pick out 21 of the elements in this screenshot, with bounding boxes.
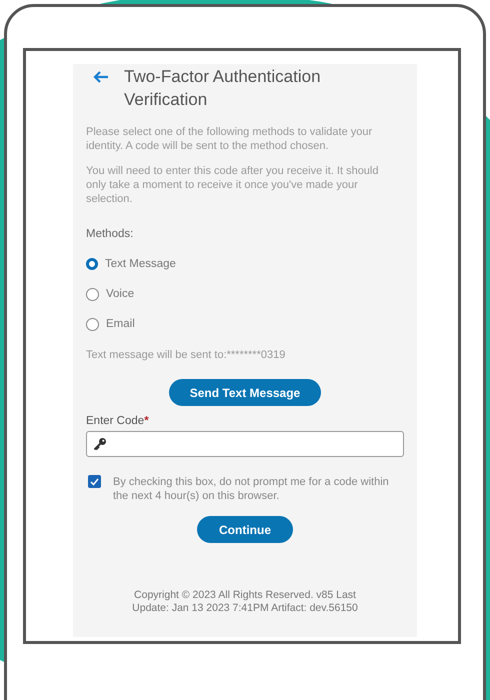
footer-text: Copyright © 2023 All Rights Reserved. v85 Last Update: Jan 13 2023 7:41PM Artifact: dev.56150: [131, 589, 359, 615]
remember-checkbox[interactable]: [88, 475, 101, 488]
send-notice: Text message will be sent to:********0319: [86, 349, 286, 361]
method-label[interactable]: Email: [106, 318, 135, 330]
code-input-field[interactable]: [86, 431, 404, 457]
radio-button[interactable]: [86, 258, 98, 270]
page-title: Two-Factor Authentication Verification: [124, 66, 322, 111]
radio-button[interactable]: [86, 318, 99, 330]
required-mark: *: [144, 415, 149, 427]
method-label[interactable]: Text Message: [105, 258, 176, 270]
method-label[interactable]: Voice: [106, 288, 134, 300]
key-icon: [93, 437, 107, 451]
field-label: Enter Code: [86, 415, 144, 427]
instruction-text: Please select one of the following methods to validate your identity. A code will be sent to the method chosen.: [86, 125, 374, 153]
continue-button[interactable]: Continue: [197, 516, 293, 543]
back-arrow-icon[interactable]: [93, 71, 109, 83]
instruction-text: You will need to enter this code after you receive it. It should only take a moment to receive it once you've made your selection.: [86, 164, 380, 206]
remember-label: By checking this box, do not prompt me for a code within the next 4 hour(s) on this browser.: [113, 475, 390, 503]
send-text-message-button[interactable]: Send Text Message: [169, 379, 321, 406]
radio-button[interactable]: [86, 288, 99, 300]
methods-label: Methods:: [86, 228, 134, 240]
